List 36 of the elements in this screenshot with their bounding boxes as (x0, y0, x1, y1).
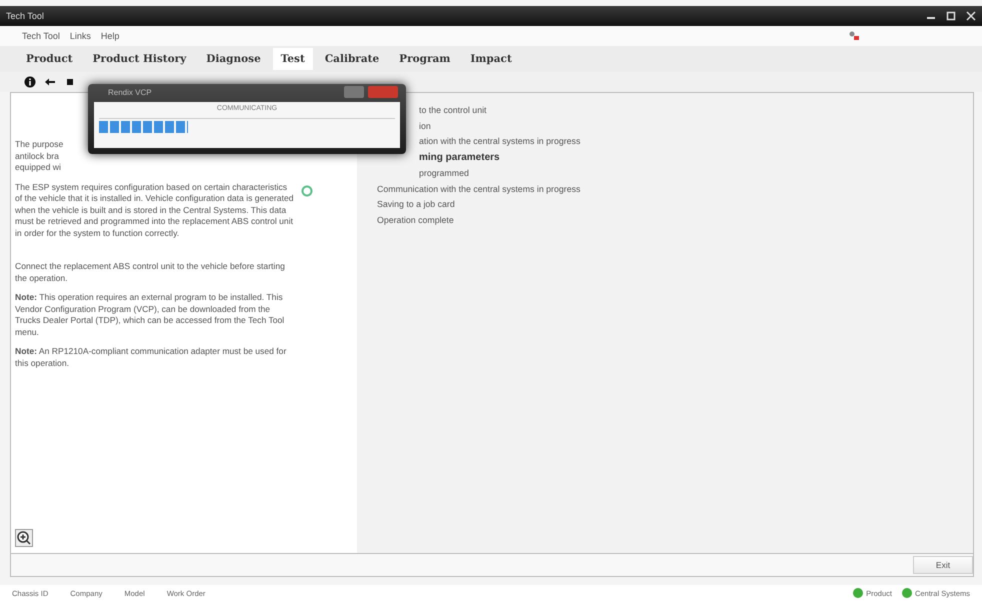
tab[interactable]: Diagnose (198, 48, 269, 70)
maximize-icon[interactable] (946, 11, 956, 21)
paragraph: Note: This operation requires an external program to be installed. This Vendor Configuration Program (VCP), can be downloaded from the Trucks Dealer Portal (TDP), which can be accessed from the Tech Tool menu. (15, 292, 286, 338)
tab[interactable]: Program (391, 48, 458, 70)
tab[interactable]: Impact (462, 48, 520, 70)
menu-item[interactable]: Links (70, 31, 91, 41)
step-text: ation with the central systems in progress (418, 136, 582, 146)
dialog-title: Rendix VCP (108, 88, 152, 97)
menu-item[interactable]: Tech Tool (22, 31, 60, 41)
paragraph: The ESP system requires configuration based on certain characteristics of the vehicle that it is installed in. Vehicle configuration data is generated when the vehicle is built and is stored in the Central Systems. This data must be retrieved and programmed into the replacement ABS control unit in order for the system to function correctly. (15, 182, 295, 239)
tab[interactable]: Calibrate (316, 48, 388, 70)
paragraph: Connect the replacement ABS control unit to the vehicle before starting the operation. (15, 261, 286, 284)
step-text: ming parameters (418, 152, 501, 162)
step-text: Communication with the central systems in progress (377, 184, 582, 194)
step-text: Saving to a job card (377, 199, 456, 209)
exit-button[interactable]: Exit (913, 556, 973, 574)
close-icon[interactable] (966, 11, 976, 21)
text-line: The purpose (15, 139, 64, 150)
info-icon[interactable] (24, 76, 36, 88)
text-line: equipped wi (15, 162, 62, 174)
step-text: programmed (418, 168, 470, 178)
tab[interactable]: Product (18, 48, 81, 70)
step-text: ion (418, 120, 432, 130)
users-icon[interactable] (848, 30, 860, 42)
back-arrow-icon[interactable] (44, 76, 56, 88)
paragraph: Note: An RP1210A-compliant communication adapter must be used for this operation. (15, 346, 288, 369)
stop-icon[interactable] (64, 76, 76, 88)
tab[interactable]: Test (272, 48, 313, 70)
text-line: antilock bra (15, 150, 60, 162)
status-circle-icon (301, 185, 313, 197)
tab[interactable]: Product History (84, 48, 194, 70)
menu-item[interactable]: Help (100, 31, 120, 41)
step-text: Operation complete (377, 214, 455, 224)
window-title: Tech Tool (6, 11, 44, 21)
step-text: to the control unit (418, 105, 488, 115)
zoom-in-icon[interactable] (15, 529, 33, 547)
